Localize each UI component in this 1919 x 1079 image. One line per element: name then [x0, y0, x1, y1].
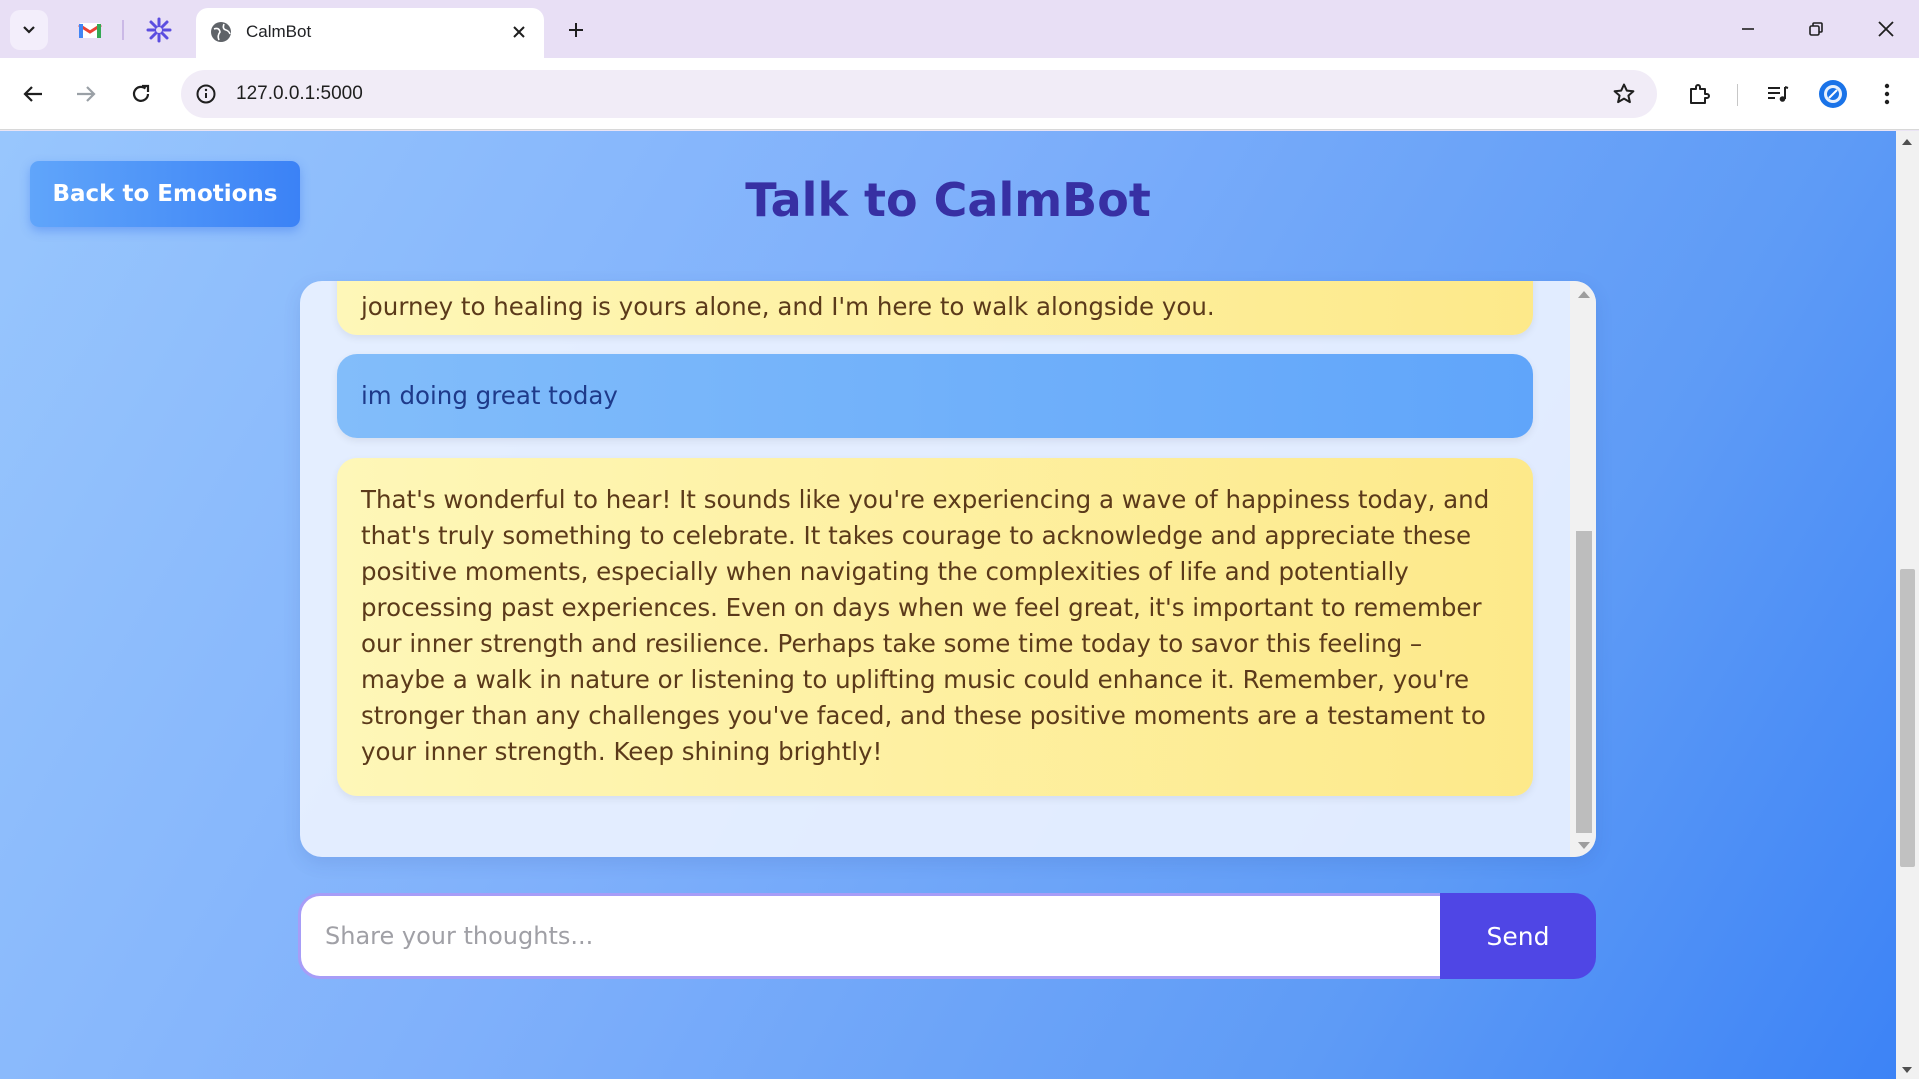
bot-message: journey to healing is yours alone, and I… [337, 281, 1533, 335]
tab-search-button[interactable] [10, 10, 48, 50]
chat-scrollbar-thumb[interactable] [1576, 531, 1592, 833]
extensions-button[interactable] [1679, 74, 1719, 114]
browser-toolbar: 127.0.0.1:5000 [0, 58, 1919, 130]
page-scroll-up-icon[interactable] [1902, 139, 1912, 145]
site-info-icon[interactable] [191, 79, 221, 109]
plus-icon [569, 23, 583, 37]
chat-scrollbar[interactable] [1570, 281, 1596, 857]
send-button[interactable]: Send [1440, 893, 1596, 979]
reload-icon [132, 84, 150, 102]
page-scroll-down-icon[interactable] [1902, 1067, 1912, 1073]
address-bar[interactable]: 127.0.0.1:5000 [181, 70, 1657, 118]
bookmark-star-icon[interactable] [1609, 79, 1639, 109]
close-icon [1878, 21, 1894, 37]
restore-button[interactable] [1786, 6, 1846, 52]
browser-menu-button[interactable] [1867, 74, 1907, 114]
chat-messages[interactable]: journey to healing is yours alone, and I… [300, 281, 1570, 857]
message-input[interactable] [298, 893, 1440, 979]
page-scrollbar[interactable] [1896, 131, 1919, 1079]
reload-button[interactable] [121, 74, 161, 114]
page-title: Talk to CalmBot [745, 173, 1151, 227]
avatar [1819, 80, 1847, 108]
minimize-icon [1742, 28, 1754, 30]
scroll-up-arrow-icon[interactable] [1578, 291, 1590, 298]
close-window-button[interactable] [1856, 6, 1916, 52]
user-message: im doing great today [337, 354, 1533, 438]
forward-nav-button[interactable] [66, 74, 106, 114]
playlist-music-icon [1768, 86, 1789, 102]
tab-separator [122, 20, 124, 40]
more-vert-icon [1884, 83, 1890, 105]
globe-icon [210, 21, 232, 47]
gmail-icon [78, 23, 102, 38]
toolbar-separator [1737, 84, 1738, 106]
pinned-tab-app[interactable] [139, 12, 179, 48]
tab-title: CalmBot [246, 22, 312, 41]
restore-icon [1809, 22, 1823, 36]
url-text[interactable]: 127.0.0.1:5000 [236, 83, 363, 105]
message-composer: Send [298, 893, 1596, 979]
minimize-button[interactable] [1718, 6, 1778, 52]
asterisk-app-icon [146, 17, 172, 43]
scroll-down-arrow-icon[interactable] [1578, 842, 1590, 849]
chat-window: journey to healing is yours alone, and I… [300, 281, 1596, 857]
chevron-down-icon [23, 26, 35, 34]
new-tab-button[interactable] [560, 14, 592, 46]
back-nav-button[interactable] [13, 74, 53, 114]
bot-message: That's wonderful to hear! It sounds like… [337, 458, 1533, 796]
profile-button[interactable] [1813, 74, 1853, 114]
media-controls-button[interactable] [1758, 74, 1798, 114]
page-scrollbar-thumb[interactable] [1900, 569, 1915, 867]
pinned-tab-gmail[interactable] [70, 12, 110, 48]
puzzle-icon [1690, 84, 1710, 104]
active-tab[interactable]: CalmBot [196, 8, 544, 58]
page-viewport: Back to Emotions Talk to CalmBot journey… [0, 131, 1919, 1079]
browser-tab-strip: CalmBot [0, 0, 1919, 58]
close-tab-icon[interactable] [506, 19, 532, 45]
arrow-right-icon [77, 86, 96, 102]
arrow-left-icon [23, 86, 42, 102]
